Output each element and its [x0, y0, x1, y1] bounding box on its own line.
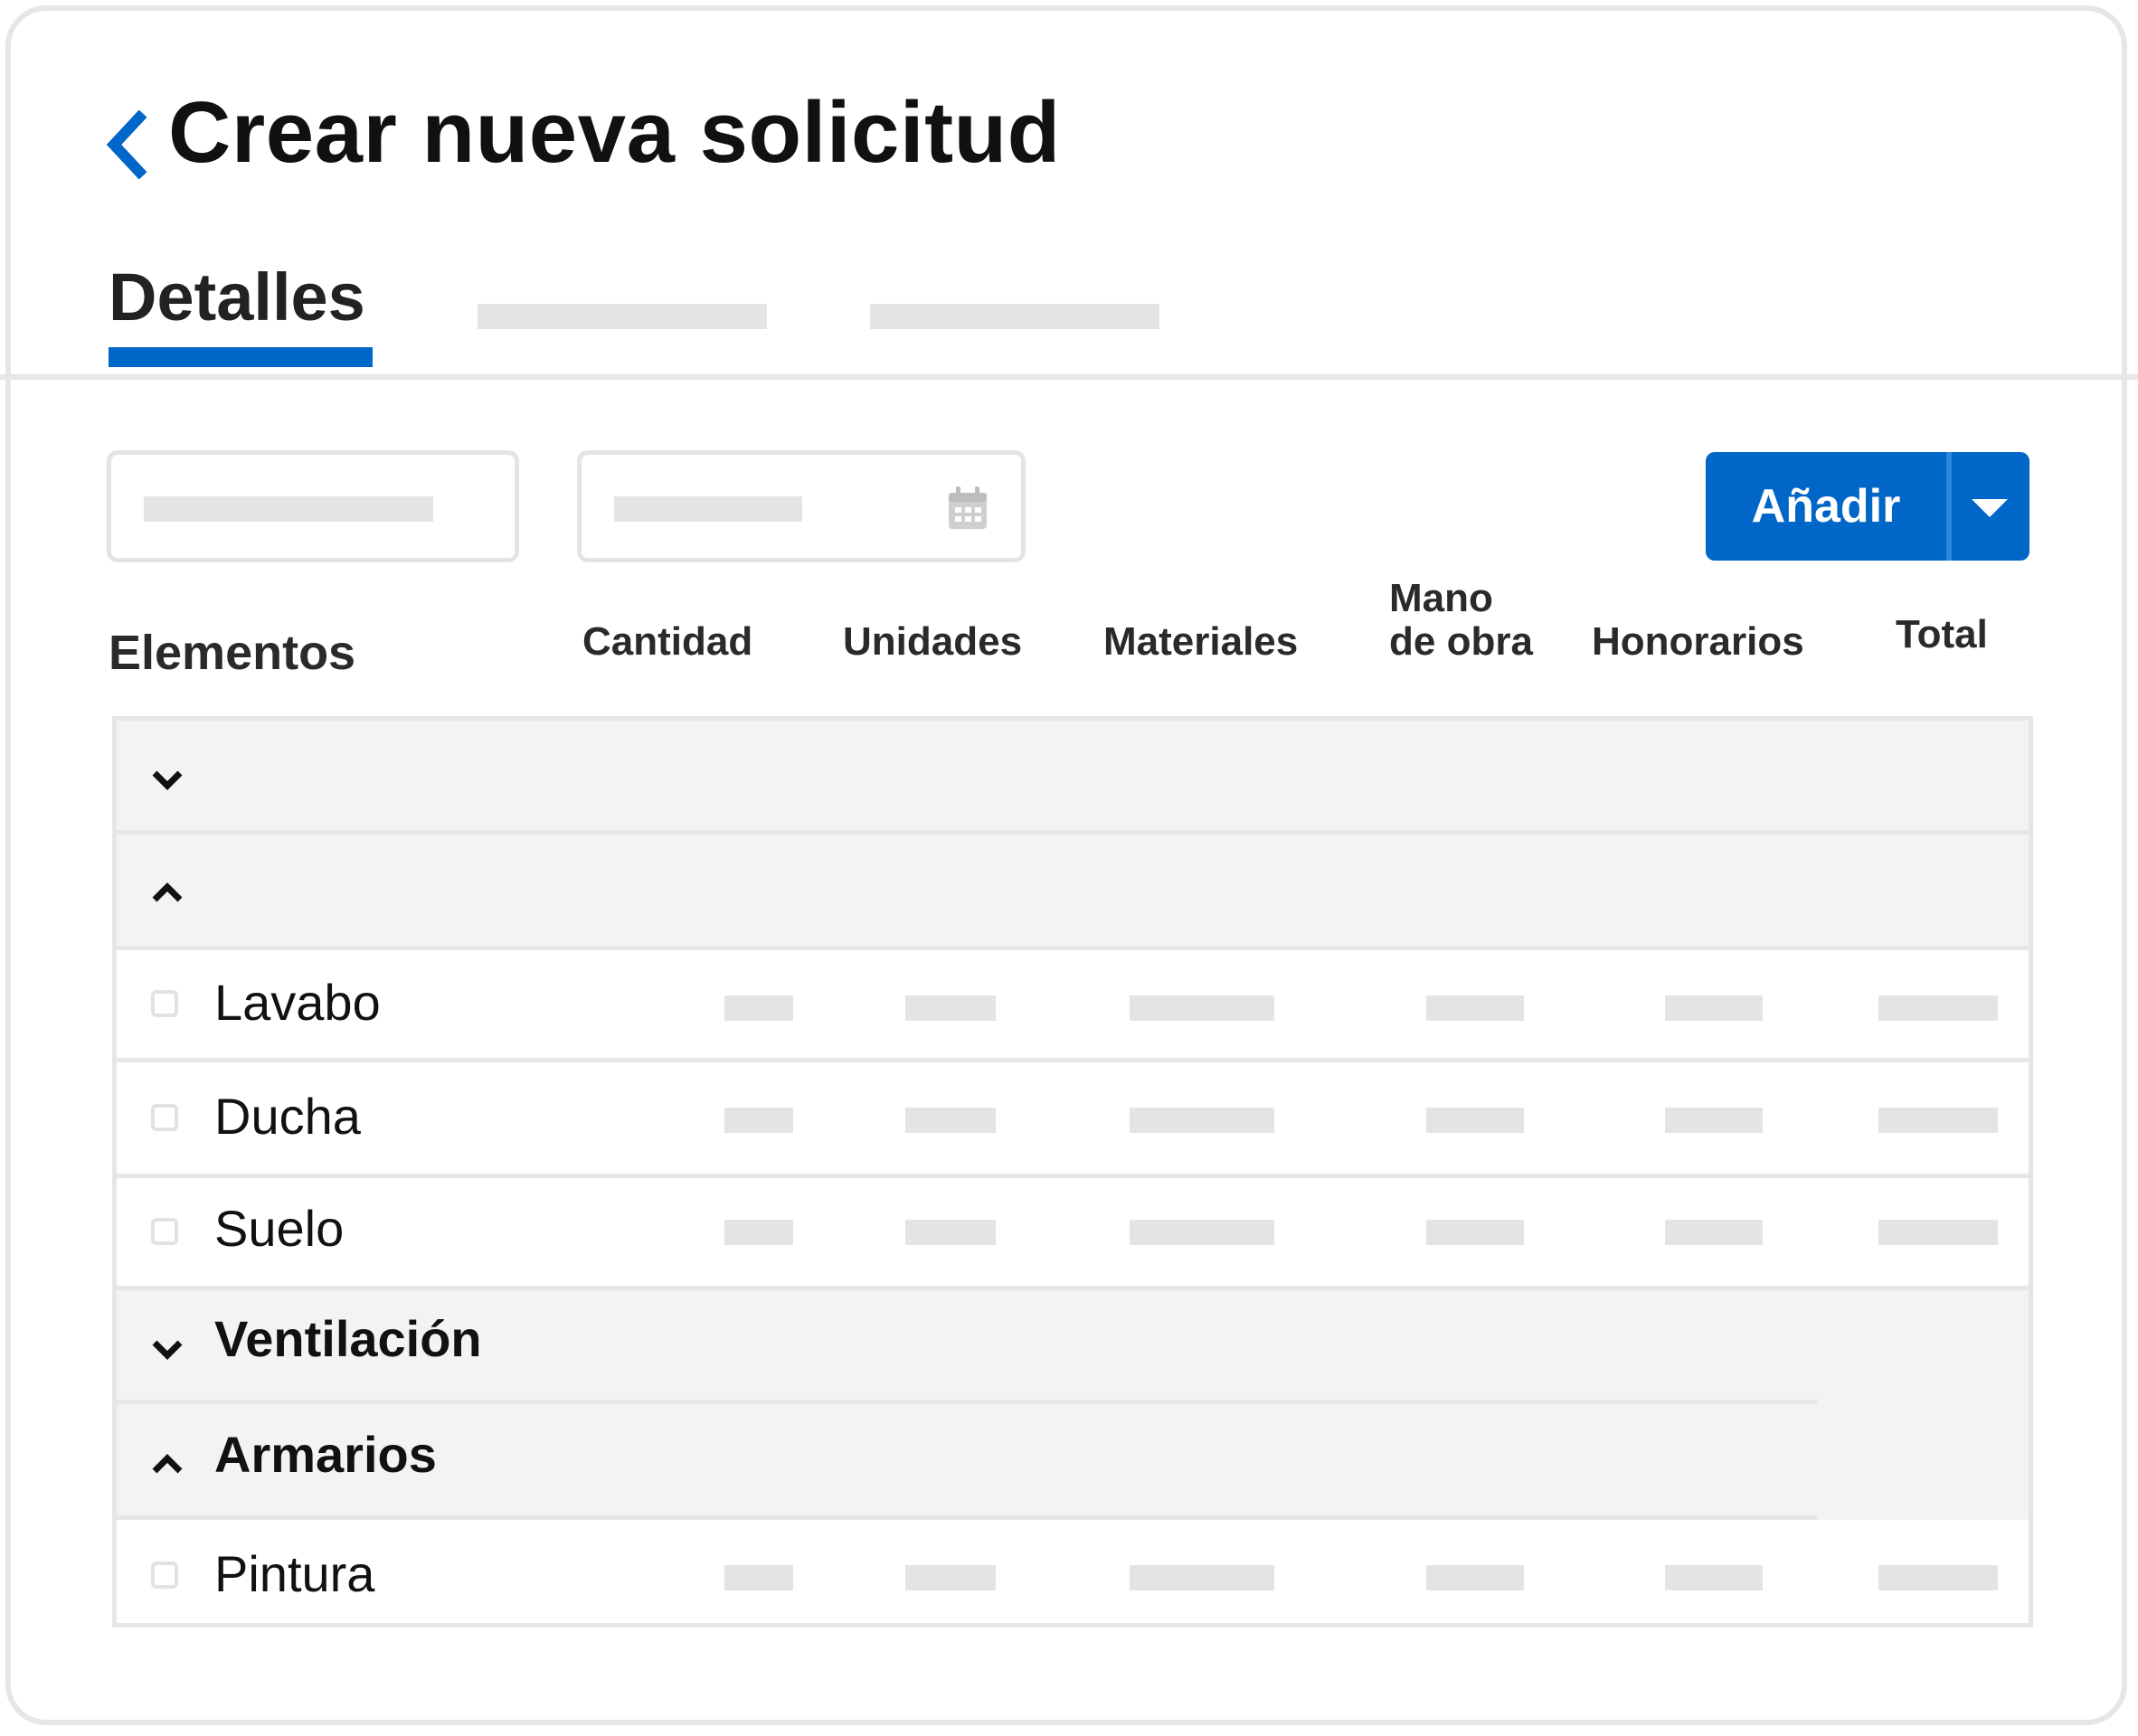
cell-total: [1878, 1220, 1998, 1245]
add-dropdown-button[interactable]: [1952, 452, 2029, 561]
column-header-mano-line2: de obra: [1389, 619, 1533, 664]
chevron-left-icon: [106, 109, 147, 179]
cell-materiales: [1130, 995, 1274, 1021]
cell-total: [1878, 995, 1998, 1021]
cell-mano-de-obra: [1426, 1108, 1524, 1133]
back-button[interactable]: [101, 107, 156, 179]
page-title: Crear nueva solicitud: [168, 84, 1061, 181]
row-checkbox[interactable]: [151, 1218, 178, 1245]
column-header-unidades: Unidades: [843, 619, 1023, 664]
cell-cantidad: [724, 1108, 793, 1133]
tab-detalles[interactable]: Detalles: [109, 257, 365, 338]
caret-down-icon: [1972, 499, 2008, 517]
column-header-materiales: Materiales: [1103, 619, 1299, 664]
group-label: Armarios: [214, 1426, 437, 1483]
text-input[interactable]: [107, 450, 519, 562]
row-label: Pintura: [214, 1545, 375, 1602]
table-row[interactable]: Ducha: [117, 1062, 2029, 1178]
cell-mano-de-obra: [1426, 1565, 1524, 1590]
chevron-up-icon[interactable]: [149, 874, 185, 910]
tab-2[interactable]: [478, 304, 767, 329]
cell-cantidad: [724, 1565, 793, 1590]
calendar-icon[interactable]: [947, 486, 989, 531]
cell-cantidad: [724, 1220, 793, 1245]
column-header-mano-line1: Mano: [1389, 576, 1493, 620]
row-checkbox[interactable]: [151, 1561, 178, 1589]
cell-materiales: [1130, 1220, 1274, 1245]
date-input[interactable]: [577, 450, 1026, 562]
cell-cantidad: [724, 995, 793, 1021]
add-button[interactable]: Añadir: [1706, 452, 1946, 561]
tabs-divider: [0, 374, 2138, 380]
cell-total: [1878, 1108, 1998, 1133]
table-row[interactable]: Lavabo: [117, 950, 2029, 1062]
cell-total: [1878, 1565, 1998, 1590]
cell-mano-de-obra: [1426, 995, 1524, 1021]
column-header-mano-de-obra: Mano de obra: [1389, 577, 1533, 664]
active-tab-indicator: [109, 347, 373, 367]
row-label: Lavabo: [214, 974, 381, 1031]
group-row-armarios[interactable]: Armarios: [117, 1404, 2029, 1520]
cell-honorarios: [1665, 1220, 1763, 1245]
items-table: Lavabo Ducha Suelo Ventilación Armarios …: [112, 716, 2033, 1628]
chevron-down-icon[interactable]: [149, 762, 185, 798]
cell-honorarios: [1665, 1108, 1763, 1133]
input-placeholder: [144, 496, 433, 522]
group-row[interactable]: [117, 835, 2029, 950]
group-label: Ventilación: [214, 1310, 482, 1367]
table-row[interactable]: Suelo: [117, 1178, 2029, 1290]
cell-unidades: [905, 1220, 996, 1245]
column-header-elementos: Elementos: [109, 626, 356, 680]
group-row[interactable]: [117, 721, 2029, 835]
cell-unidades: [905, 1108, 996, 1133]
cell-unidades: [905, 995, 996, 1021]
column-header-honorarios: Honorarios: [1592, 619, 1804, 664]
cell-honorarios: [1665, 995, 1763, 1021]
cell-mano-de-obra: [1426, 1220, 1524, 1245]
table-row[interactable]: Pintura: [117, 1520, 2029, 1623]
row-checkbox[interactable]: [151, 990, 178, 1017]
chevron-up-icon[interactable]: [149, 1446, 185, 1482]
column-header-total: Total: [1896, 612, 1988, 656]
row-checkbox[interactable]: [151, 1104, 178, 1131]
tab-3[interactable]: [870, 304, 1159, 329]
column-header-cantidad: Cantidad: [582, 619, 753, 664]
group-row-ventilacion[interactable]: Ventilación: [117, 1290, 2029, 1404]
cell-materiales: [1130, 1565, 1274, 1590]
row-label: Suelo: [214, 1200, 345, 1257]
row-label: Ducha: [214, 1088, 361, 1145]
cell-materiales: [1130, 1108, 1274, 1133]
cell-unidades: [905, 1565, 996, 1590]
cell-honorarios: [1665, 1565, 1763, 1590]
input-placeholder: [614, 496, 802, 522]
chevron-down-icon[interactable]: [149, 1332, 185, 1368]
